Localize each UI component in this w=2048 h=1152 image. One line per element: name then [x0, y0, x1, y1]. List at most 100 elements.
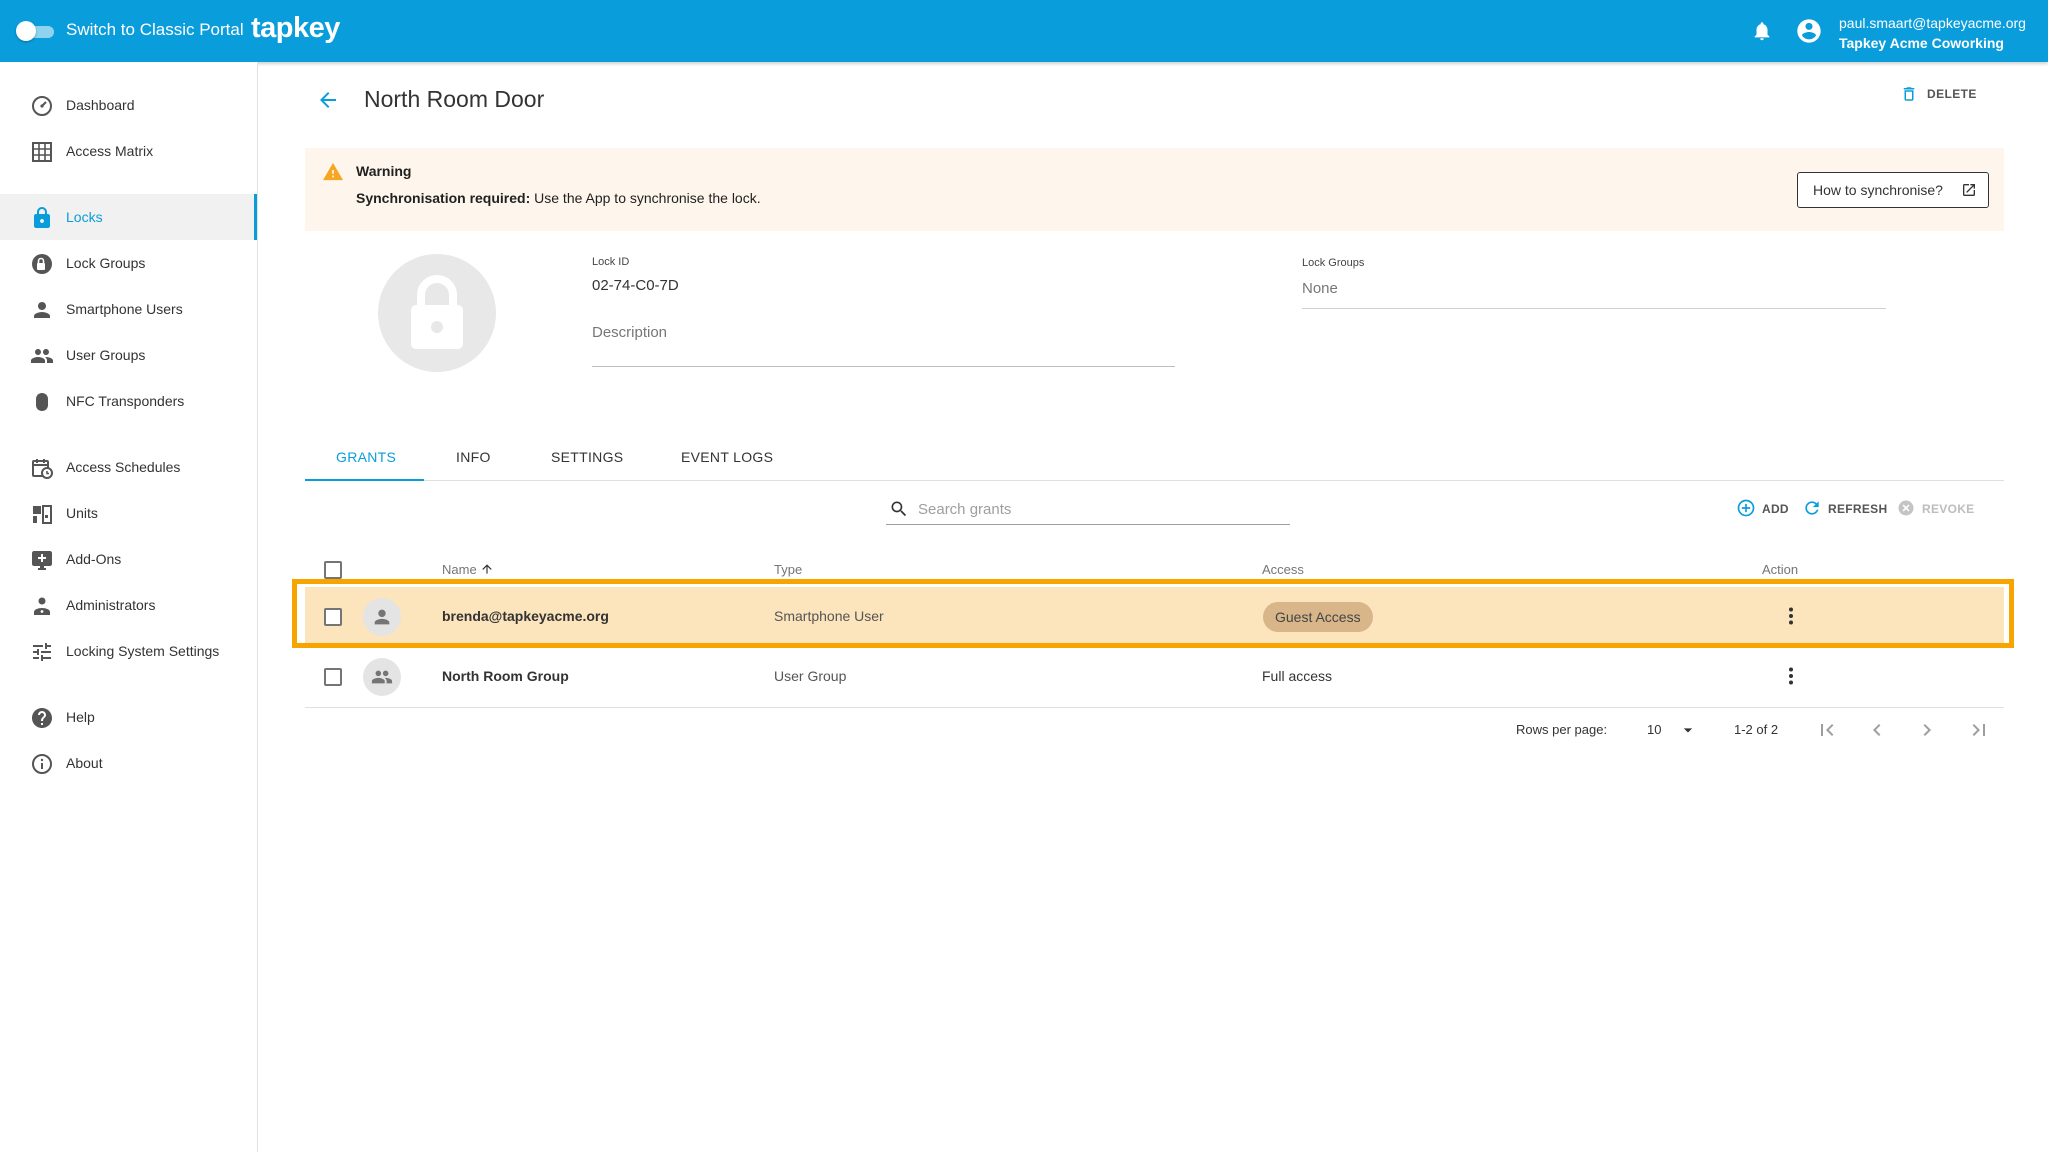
- sidebar-item-units[interactable]: Units: [0, 490, 257, 536]
- tab-info[interactable]: INFO: [424, 432, 524, 480]
- rows-per-page-value: 10: [1647, 722, 1662, 737]
- previous-page-icon[interactable]: [1865, 718, 1889, 742]
- lock-groups-label: Lock Groups: [1302, 257, 1365, 269]
- account-circle-icon[interactable]: [1795, 17, 1823, 45]
- user-organisation[interactable]: Tapkey Acme Coworking: [1839, 35, 2004, 51]
- back-arrow-icon[interactable]: [316, 88, 340, 112]
- select-all-checkbox[interactable]: [324, 561, 342, 579]
- calendar-clock-icon: [30, 456, 54, 480]
- sync-warning-banner: Warning Synchronisation required: Use th…: [305, 148, 2004, 231]
- sidebar-nav: Dashboard Access Matrix Locks Lock Group…: [0, 62, 258, 1152]
- grant-type: Smartphone User: [774, 608, 884, 624]
- tab-grants[interactable]: GRANTS: [305, 432, 424, 481]
- search-placeholder: Search grants: [918, 501, 1012, 518]
- classic-portal-toggle[interactable]: [16, 20, 56, 42]
- sidebar-item-about[interactable]: About: [0, 740, 257, 786]
- tab-label: INFO: [456, 449, 491, 465]
- detail-tabs: GRANTS INFO SETTINGS EVENT LOGS: [305, 432, 2004, 481]
- sidebar-item-label: Dashboard: [66, 97, 135, 113]
- sidebar-item-smartphone-users[interactable]: Smartphone Users: [0, 286, 257, 332]
- grid-icon: [30, 140, 54, 164]
- sliders-icon: [30, 640, 54, 664]
- cancel-circle-icon: [1898, 500, 1914, 516]
- refresh-label: REFRESH: [1828, 502, 1888, 516]
- sidebar-item-locks[interactable]: Locks: [0, 194, 257, 240]
- sidebar-item-locking-system-settings[interactable]: Locking System Settings: [0, 628, 257, 674]
- next-page-icon[interactable]: [1915, 718, 1939, 742]
- lock-avatar: [378, 254, 496, 372]
- description-field[interactable]: Description: [592, 318, 1175, 367]
- table-row[interactable]: brenda@tapkeyacme.org Smartphone User Gu…: [305, 587, 2004, 647]
- sidebar-item-access-matrix[interactable]: Access Matrix: [0, 128, 257, 174]
- person-icon: [30, 298, 54, 322]
- sidebar-item-access-schedules[interactable]: Access Schedules: [0, 444, 257, 490]
- sort-arrow-up-icon: [482, 564, 492, 574]
- sidebar-item-add-ons[interactable]: Add-Ons: [0, 536, 257, 582]
- sidebar-item-lock-groups[interactable]: Lock Groups: [0, 240, 257, 286]
- row-checkbox[interactable]: [324, 668, 342, 686]
- lock-groups-field[interactable]: None: [1302, 270, 1886, 309]
- column-header-type: Type: [774, 562, 803, 577]
- delete-label: DELETE: [1927, 87, 1977, 101]
- grant-type: User Group: [774, 668, 847, 684]
- user-email[interactable]: paul.smaart@tapkeyacme.org: [1839, 15, 2026, 31]
- tab-label: SETTINGS: [551, 449, 624, 465]
- tapkey-logo[interactable]: tapkey: [251, 12, 340, 45]
- sidebar-item-label: Access Schedules: [66, 459, 181, 475]
- admin-icon: [30, 594, 54, 618]
- sidebar-item-label: Help: [66, 709, 95, 725]
- tab-settings[interactable]: SETTINGS: [524, 432, 646, 480]
- open-in-new-icon: [1963, 184, 1975, 196]
- lock-id-label: Lock ID: [592, 256, 630, 268]
- grant-name[interactable]: brenda@tapkeyacme.org: [442, 608, 609, 624]
- grant-name[interactable]: North Room Group: [442, 668, 569, 684]
- sidebar-item-dashboard[interactable]: Dashboard: [0, 82, 257, 128]
- last-page-icon[interactable]: [1967, 718, 1991, 742]
- more-vert-icon[interactable]: [1779, 604, 1803, 628]
- search-grants-input[interactable]: Search grants: [886, 494, 1290, 525]
- add-label: ADD: [1762, 502, 1789, 516]
- refresh-icon: [1805, 501, 1819, 515]
- more-vert-icon[interactable]: [1779, 664, 1803, 688]
- lock-placeholder-icon: [411, 275, 463, 349]
- first-page-icon[interactable]: [1815, 718, 1839, 742]
- sidebar-item-user-groups[interactable]: User Groups: [0, 332, 257, 378]
- lock-groups-icon: [30, 252, 54, 276]
- sidebar-item-label: Locks: [66, 209, 103, 225]
- info-icon: [30, 752, 54, 776]
- sidebar-item-nfc-transponders[interactable]: NFC Transponders: [0, 378, 257, 424]
- rows-per-page-label: Rows per page:: [1516, 722, 1608, 737]
- sync-button-label: How to synchronise?: [1813, 182, 1943, 198]
- column-header-name[interactable]: Name: [442, 562, 494, 577]
- tab-label: GRANTS: [336, 449, 397, 465]
- table-row[interactable]: North Room Group User Group Full access: [305, 647, 2004, 708]
- sidebar-item-label: Add-Ons: [66, 551, 122, 567]
- row-checkbox[interactable]: [324, 608, 342, 626]
- dropdown-arrow-icon: [1683, 728, 1693, 733]
- switch-portal-label[interactable]: Switch to Classic Portal: [66, 20, 244, 40]
- sidebar-item-label: NFC Transponders: [66, 393, 185, 409]
- warning-title: Warning: [356, 163, 412, 179]
- avatar: [363, 658, 401, 696]
- sidebar-item-help[interactable]: Help: [0, 694, 257, 740]
- units-icon: [30, 502, 54, 526]
- people-icon: [371, 670, 393, 684]
- notifications-bell-icon[interactable]: [1751, 19, 1773, 43]
- add-on-icon: [30, 548, 54, 572]
- rows-per-page-select[interactable]: 10: [1646, 718, 1698, 742]
- access-chip[interactable]: Guest Access: [1263, 602, 1373, 632]
- sidebar-item-label: Locking System Settings: [66, 643, 220, 659]
- dashboard-icon: [30, 94, 54, 118]
- sidebar-item-label: Access Matrix: [66, 143, 154, 159]
- tab-event-logs[interactable]: EVENT LOGS: [646, 432, 790, 480]
- warning-message-text: Use the App to synchronise the lock.: [534, 190, 761, 206]
- tab-label: EVENT LOGS: [681, 449, 774, 465]
- how-to-synchronise-button[interactable]: How to synchronise?: [1797, 172, 1989, 208]
- add-circle-icon: [1737, 499, 1755, 517]
- sidebar-item-label: About: [66, 755, 103, 771]
- sidebar-item-label: User Groups: [66, 347, 146, 363]
- person-icon: [374, 609, 390, 625]
- sidebar-item-administrators[interactable]: Administrators: [0, 582, 257, 628]
- sidebar-item-label: Administrators: [66, 597, 156, 613]
- lock-icon: [30, 206, 54, 230]
